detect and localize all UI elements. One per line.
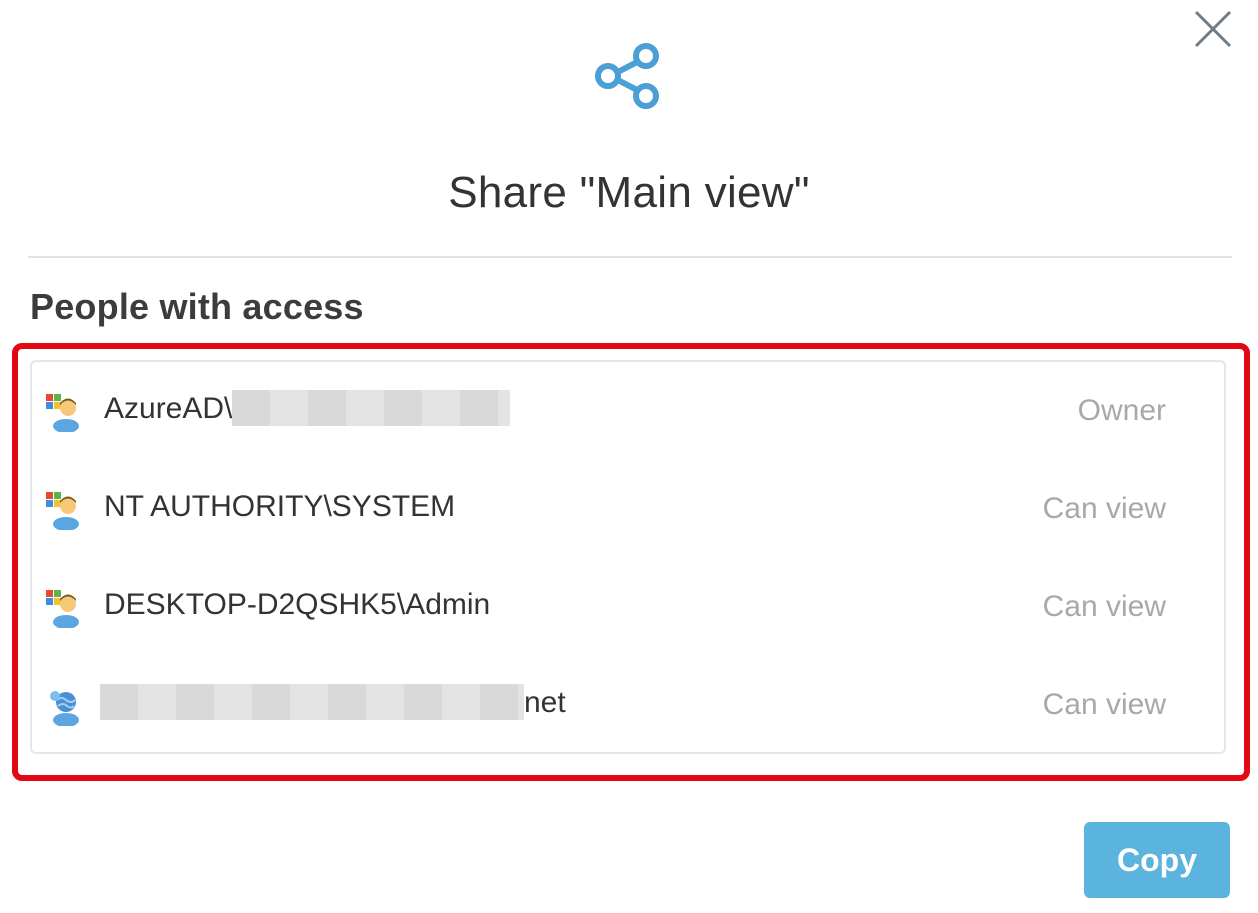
globe-user-icon <box>50 691 79 726</box>
user-name: DESKTOP-D2QSHK5\Admin <box>104 588 491 621</box>
copy-button[interactable]: Copy <box>1084 822 1230 898</box>
share-icon <box>595 43 659 109</box>
list-item[interactable]: NT AUTHORITY\SYSTEM Can view <box>32 460 1224 558</box>
list-item[interactable]: AzureAD\ Owner <box>32 362 1224 460</box>
user-name: NT AUTHORITY\SYSTEM <box>104 490 456 523</box>
redacted-text <box>100 684 524 721</box>
permission-label[interactable]: Can view <box>1043 492 1166 526</box>
close-icon[interactable] <box>1190 6 1236 52</box>
divider <box>28 256 1232 258</box>
share-dialog: Share "Main view" People with access Azu… <box>0 0 1258 913</box>
dialog-title: Share "Main view" <box>448 168 810 217</box>
permission-label[interactable]: Owner <box>1078 394 1166 428</box>
windows-user-icon <box>46 492 79 530</box>
people-with-access-heading: People with access <box>30 286 364 327</box>
list-item[interactable]: DESKTOP-D2QSHK5\Admin Can view <box>32 558 1224 656</box>
windows-user-icon <box>46 590 79 628</box>
windows-user-icon <box>46 394 79 432</box>
user-name: AzureAD\ <box>104 390 511 427</box>
user-name: net <box>100 684 566 721</box>
access-list: AzureAD\ Owner NT AUTHORITY\SYSTEM Can v… <box>30 360 1226 754</box>
permission-label[interactable]: Can view <box>1043 590 1166 624</box>
list-item[interactable]: net Can view <box>32 656 1224 754</box>
redacted-text <box>232 390 511 427</box>
permission-label[interactable]: Can view <box>1043 688 1166 722</box>
close-button[interactable] <box>1190 6 1236 52</box>
